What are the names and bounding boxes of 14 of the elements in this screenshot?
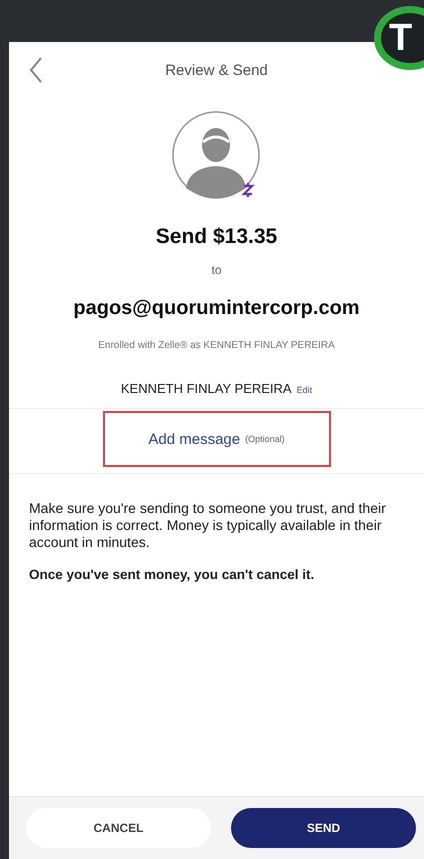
notice-text: Make sure you're sending to someone you trust, and their information is correct. Money is typically available in their account in minutes. (29, 500, 387, 551)
logo-badge: T (374, 6, 424, 70)
add-message-link[interactable]: Add message (Optional) (102, 411, 330, 467)
amount-heading: Send $13.35 (156, 225, 278, 249)
enrolled-note: Enrolled with Zelle® as KENNETH FINLAY PEREIRA (98, 340, 335, 351)
back-icon[interactable] (29, 56, 43, 84)
cancel-button[interactable]: CANCEL (26, 808, 211, 848)
warning-text: Once you've sent money, you can't cancel it. (29, 567, 316, 582)
edit-link[interactable]: Edit (296, 385, 312, 395)
recipient-email: pagos@quorumintercorp.com (73, 297, 360, 320)
screen-title: Review & Send (165, 62, 268, 78)
to-label: to (211, 263, 222, 277)
send-button[interactable]: SEND (231, 808, 416, 848)
recipient-name: KENNETH FINLAY PEREIRA (120, 381, 292, 396)
